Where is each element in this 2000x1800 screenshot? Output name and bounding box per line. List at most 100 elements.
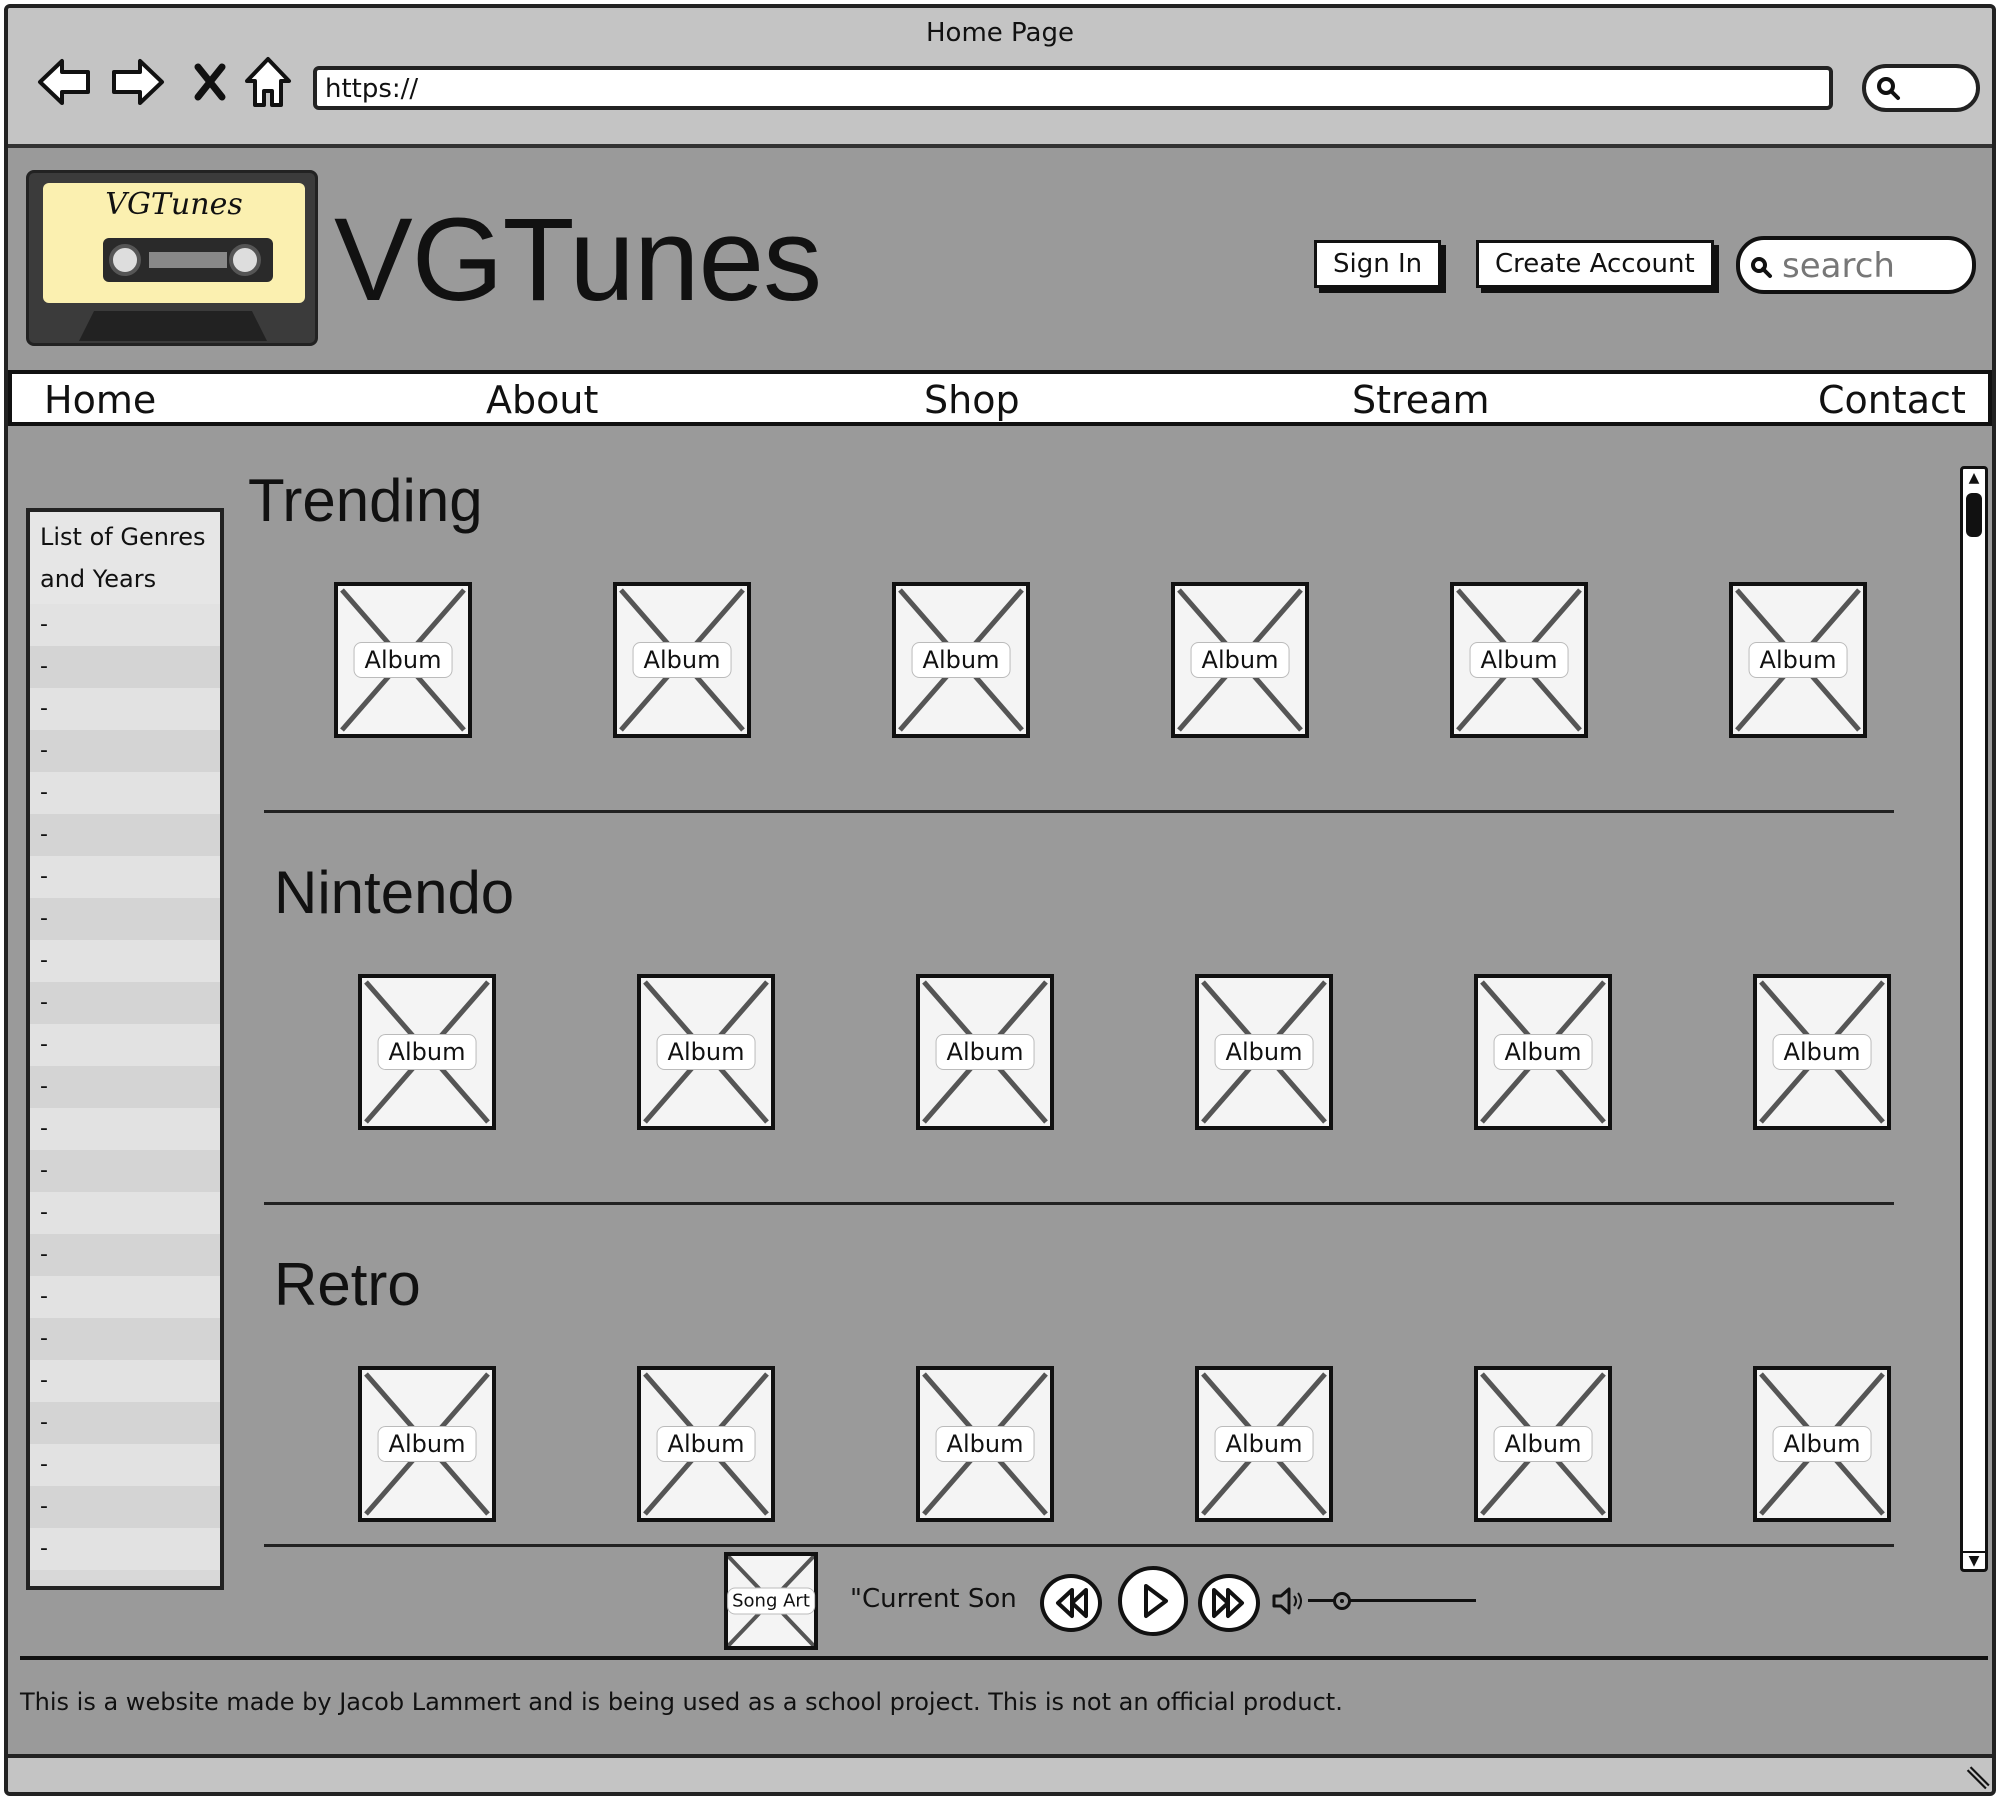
album-label: Album [1214, 1426, 1314, 1462]
cassette-bottom [79, 311, 267, 341]
sidebar-item[interactable]: - [30, 1360, 220, 1402]
status-bar: ‖ [8, 1754, 1992, 1792]
album-card[interactable]: Album [613, 582, 751, 738]
brand-title: VGTunes [334, 194, 822, 326]
sidebar-item[interactable]: - [30, 1108, 220, 1150]
album-card[interactable]: Album [892, 582, 1030, 738]
browser-window: Home Page https:// VGTunes VGTunes Sign … [4, 4, 1996, 1796]
scrollbar[interactable]: ▲ ▼ [1960, 466, 1988, 1572]
album-card[interactable]: Album [358, 1366, 496, 1522]
sidebar-item[interactable]: - [30, 1066, 220, 1108]
song-art-label: Song Art [727, 1587, 815, 1615]
scroll-down-icon[interactable]: ▼ [1963, 1551, 1985, 1569]
nav-about[interactable]: About [486, 378, 598, 422]
current-song-title: "Current Son [850, 1584, 1017, 1614]
cassette-logo[interactable]: VGTunes [26, 170, 318, 346]
nav-home[interactable]: Home [44, 378, 156, 422]
sidebar-item[interactable]: - [30, 1486, 220, 1528]
sidebar-item[interactable]: - [30, 730, 220, 772]
album-label: Album [1772, 1034, 1872, 1070]
sidebar-item[interactable]: - [30, 772, 220, 814]
sidebar-heading: List of Genres and Years [30, 512, 220, 604]
sidebar-item[interactable]: - [30, 814, 220, 856]
sidebar-item[interactable]: - [30, 1024, 220, 1066]
sign-in-button[interactable]: Sign In [1314, 240, 1442, 288]
create-account-button[interactable]: Create Account [1476, 240, 1714, 288]
url-bar[interactable]: https:// [313, 66, 1833, 110]
section-title: Nintendo [274, 859, 515, 926]
sidebar-item[interactable]: - [30, 1234, 220, 1276]
back-arrow-icon[interactable] [34, 52, 94, 112]
section-divider [264, 810, 1894, 813]
scroll-thumb[interactable] [1966, 493, 1982, 537]
album-label: Album [935, 1034, 1035, 1070]
album-card[interactable]: Album [1474, 1366, 1612, 1522]
sidebar-heading-line1: List of Genres [40, 523, 206, 551]
song-art[interactable]: Song Art [724, 1552, 818, 1650]
footer-divider [20, 1656, 1988, 1660]
main-nav: Home About Shop Stream Contact [8, 370, 1992, 426]
speaker-icon[interactable] [1272, 1586, 1306, 1620]
sidebar-item[interactable]: - [30, 1528, 220, 1570]
sidebar-item[interactable]: - [30, 898, 220, 940]
close-icon[interactable] [180, 52, 240, 112]
scroll-up-icon[interactable]: ▲ [1963, 469, 1985, 487]
album-label: Album [1493, 1426, 1593, 1462]
album-card[interactable]: Album [1474, 974, 1612, 1130]
sidebar-item[interactable]: - [30, 1150, 220, 1192]
album-card[interactable]: Album [916, 1366, 1054, 1522]
logo-text: VGTunes [105, 187, 243, 222]
sidebar-item[interactable]: - [30, 982, 220, 1024]
album-label: Album [377, 1034, 477, 1070]
volume-slider-knob[interactable] [1332, 1592, 1351, 1610]
sidebar-item[interactable]: - [30, 1192, 220, 1234]
nav-contact[interactable]: Contact [1818, 378, 1966, 422]
album-card[interactable]: Album [1195, 1366, 1333, 1522]
cassette-label: VGTunes [43, 183, 305, 303]
sidebar-item[interactable]: - [30, 688, 220, 730]
album-card[interactable]: Album [358, 974, 496, 1130]
album-card[interactable]: Album [1753, 974, 1891, 1130]
rewind-icon[interactable] [1040, 1574, 1102, 1632]
resize-grip-icon[interactable]: ‖ [1962, 1762, 1992, 1792]
forward-arrow-icon[interactable] [108, 52, 168, 112]
sidebar-item[interactable]: - [30, 604, 220, 646]
sidebar-item[interactable]: - [30, 856, 220, 898]
album-label: Album [656, 1426, 756, 1462]
album-label: Album [1748, 642, 1848, 678]
browser-chrome: Home Page https:// [8, 8, 1992, 148]
cassette-reel-left [109, 244, 141, 276]
nav-stream[interactable]: Stream [1352, 378, 1490, 422]
cassette-window [103, 238, 273, 282]
album-label: Album [911, 642, 1011, 678]
site-search-input[interactable]: search [1736, 236, 1976, 294]
album-card[interactable]: Album [637, 974, 775, 1130]
search-placeholder: search [1782, 246, 1895, 286]
album-label: Album [1772, 1426, 1872, 1462]
album-card[interactable]: Album [1753, 1366, 1891, 1522]
album-card[interactable]: Album [1171, 582, 1309, 738]
section-title: Trending [248, 467, 483, 534]
album-card[interactable]: Album [1195, 974, 1333, 1130]
album-card[interactable]: Album [334, 582, 472, 738]
album-label: Album [656, 1034, 756, 1070]
home-icon[interactable] [238, 52, 298, 112]
album-label: Album [1493, 1034, 1593, 1070]
sidebar-item[interactable]: - [30, 1402, 220, 1444]
sidebar-item[interactable]: - [30, 646, 220, 688]
sidebar-item[interactable]: - [30, 1276, 220, 1318]
sidebar-item[interactable]: - [30, 1444, 220, 1486]
cassette-tape [149, 252, 227, 268]
nav-shop[interactable]: Shop [924, 378, 1020, 422]
album-card[interactable]: Album [637, 1366, 775, 1522]
sidebar-item[interactable]: - [30, 940, 220, 982]
sidebar-heading-line2: and Years [40, 565, 157, 593]
genre-sidebar: List of Genres and Years ---------------… [26, 508, 224, 1590]
album-card[interactable]: Album [1450, 582, 1588, 738]
album-card[interactable]: Album [916, 974, 1054, 1130]
browser-search-field[interactable] [1862, 64, 1980, 112]
album-card[interactable]: Album [1729, 582, 1867, 738]
sidebar-item[interactable]: - [30, 1318, 220, 1360]
fast-forward-icon[interactable] [1198, 1574, 1260, 1632]
play-icon[interactable] [1118, 1566, 1188, 1636]
